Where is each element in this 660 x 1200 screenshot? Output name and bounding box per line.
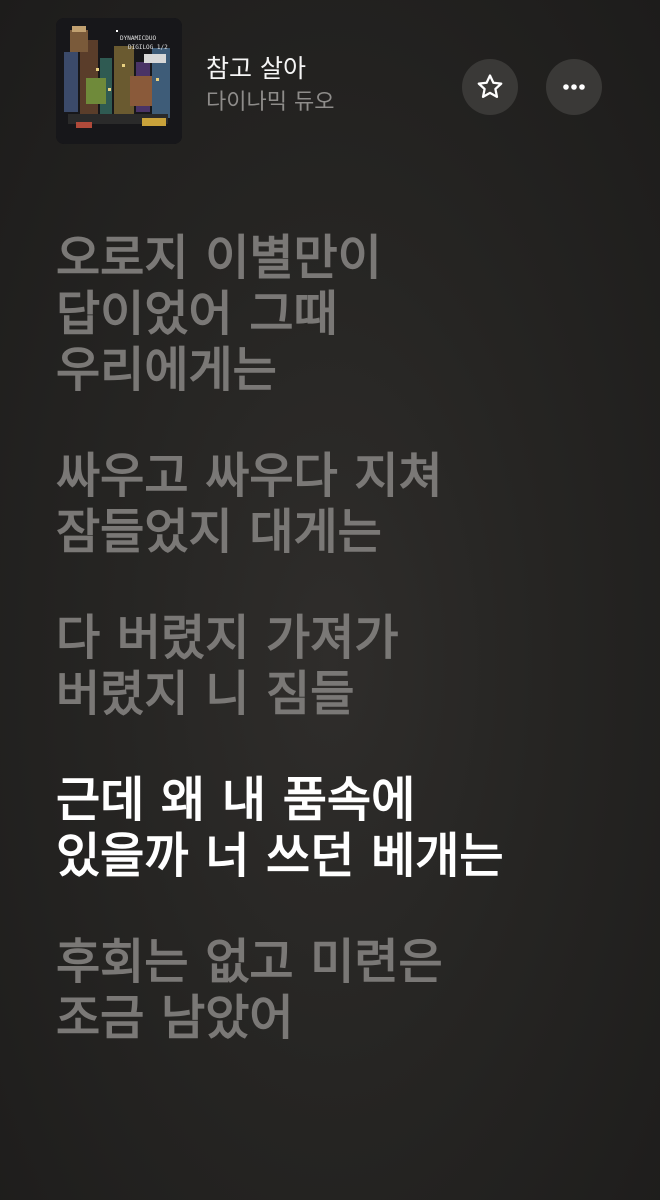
now-playing-header: DYNAMICDUO DIGILOG 1/2 참고 살아 다이나믹 듀오 [56,18,616,144]
album-art[interactable]: DYNAMICDUO DIGILOG 1/2 [56,18,182,144]
album-art-subtitle: DIGILOG 1/2 [128,44,168,51]
lyric-line[interactable]: 버렸지 니 짐들 [56,666,636,722]
lyric-stanza[interactable]: 후회는 없고 미련은 조금 남았어 [56,934,636,1046]
album-art-title: DYNAMICDUO [120,35,157,42]
lyric-line[interactable]: 후회는 없고 미련은 [56,934,636,990]
song-title[interactable]: 참고 살아 [206,54,334,84]
lyric-line[interactable]: 우리에게는 [56,342,636,398]
lyric-stanza[interactable]: 다 버렸지 가져가 버렸지 니 짐들 [56,610,636,722]
song-info[interactable]: 참고 살아 다이나믹 듀오 [206,54,334,118]
lyric-line[interactable]: 오로지 이별만이 [56,230,636,286]
star-icon [477,74,503,98]
lyric-line-current[interactable]: 있을까 너 쓰던 베개는 [56,828,636,884]
lyric-line[interactable]: 싸우고 싸우다 지쳐 [56,448,636,504]
lyric-line[interactable]: 답이었어 그때 [56,286,636,342]
song-artist[interactable]: 다이나믹 듀오 [206,88,334,118]
lyric-line[interactable]: 잠들었지 대게는 [56,504,636,560]
lyric-stanza-current[interactable]: 근데 왜 내 품속에 있을까 너 쓰던 베개는 [56,772,636,884]
lyric-line[interactable]: 조금 남았어 [56,990,636,1046]
more-options-button[interactable] [546,59,602,115]
lyric-stanza[interactable]: 오로지 이별만이 답이었어 그때 우리에게는 [56,230,636,398]
ellipsis-icon [563,84,585,90]
favorite-button[interactable] [462,59,518,115]
lyrics-panel[interactable]: 오로지 이별만이 답이었어 그때 우리에게는 싸우고 싸우다 지쳐 잠들었지 대… [56,230,636,1096]
album-art-image: DYNAMICDUO DIGILOG 1/2 [56,18,182,144]
lyric-line[interactable]: 다 버렸지 가져가 [56,610,636,666]
lyric-line-current[interactable]: 근데 왜 내 품속에 [56,772,636,828]
lyric-stanza[interactable]: 싸우고 싸우다 지쳐 잠들었지 대게는 [56,448,636,560]
